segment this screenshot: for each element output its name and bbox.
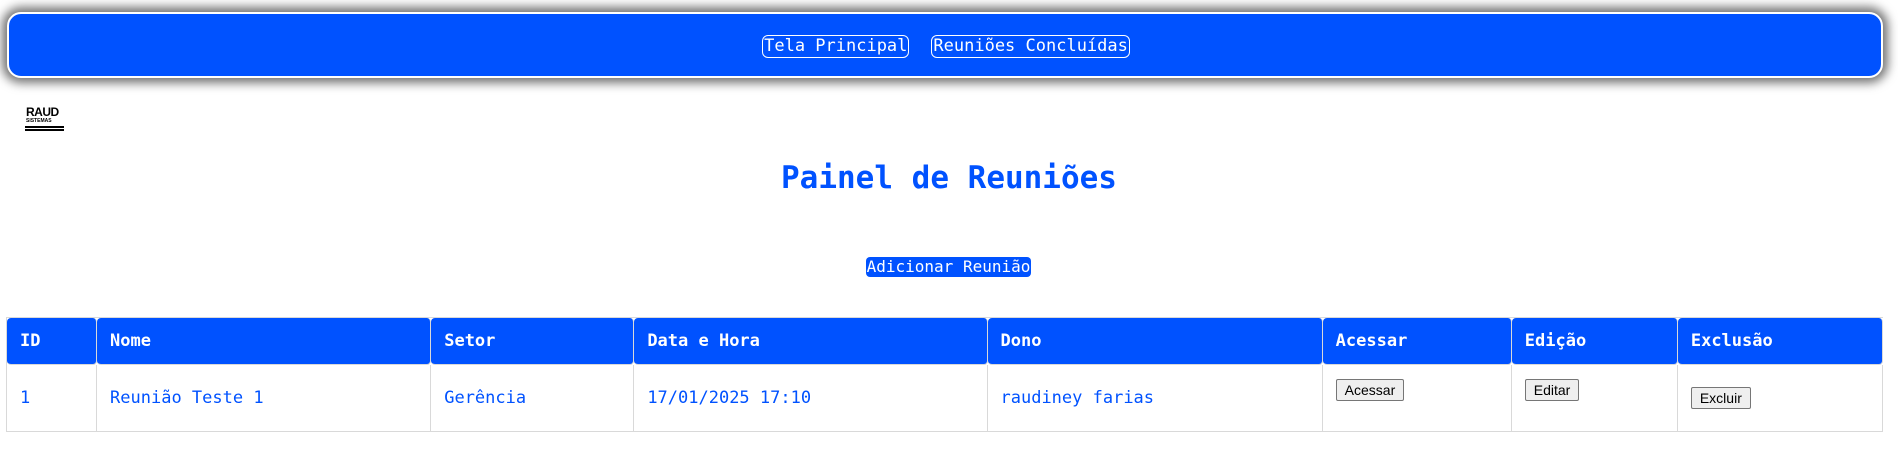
cell-nome: Reunião Teste 1: [97, 365, 432, 432]
table-row: 1 Reunião Teste 1 Gerência 17/01/2025 17…: [7, 365, 1883, 432]
cell-excluir: Excluir: [1677, 365, 1883, 432]
cell-editar: Editar: [1511, 365, 1678, 432]
logo-underline-2: [25, 129, 64, 131]
delete-button[interactable]: Excluir: [1690, 387, 1751, 409]
column-header-nome: Nome: [97, 318, 432, 365]
logo-underline: [25, 126, 64, 128]
page-title: Painel de Reuniões: [781, 160, 1117, 196]
column-header-data-hora: Data e Hora: [634, 318, 988, 365]
column-header-edicao: Edição: [1511, 318, 1678, 365]
logo-text-raud: RAUD: [26, 105, 59, 119]
cell-id: 1: [7, 365, 98, 432]
column-header-dono: Dono: [987, 318, 1323, 365]
cell-setor: Gerência: [431, 365, 635, 432]
top-navbar: Tela Principal Reuniões Concluídas: [7, 12, 1883, 78]
column-header-setor: Setor: [431, 318, 635, 365]
column-header-id: ID: [7, 318, 98, 365]
column-header-acessar: Acessar: [1322, 318, 1512, 365]
nav-links: Tela Principal Reuniões Concluídas: [9, 35, 1881, 58]
cell-acessar: Acessar: [1322, 365, 1512, 432]
nav-link-tela-principal[interactable]: Tela Principal: [762, 35, 910, 58]
logo-text-sistemas: SISTEMAS: [26, 118, 52, 124]
table-header-row: ID Nome Setor Data e Hora Dono Acessar E…: [7, 318, 1883, 365]
access-button[interactable]: Acessar: [1335, 379, 1405, 401]
brand-logo: RAUD SISTEMAS: [25, 106, 65, 132]
add-meeting-button[interactable]: Adicionar Reunião: [865, 257, 1032, 277]
edit-button[interactable]: Editar: [1524, 379, 1580, 401]
cell-data-hora: 17/01/2025 17:10: [634, 365, 988, 432]
column-header-exclusao: Exclusão: [1677, 318, 1883, 365]
meetings-table: ID Nome Setor Data e Hora Dono Acessar E…: [6, 317, 1883, 432]
cell-dono: raudiney farias: [987, 365, 1323, 432]
nav-link-reunioes-concluidas[interactable]: Reuniões Concluídas: [931, 35, 1130, 58]
